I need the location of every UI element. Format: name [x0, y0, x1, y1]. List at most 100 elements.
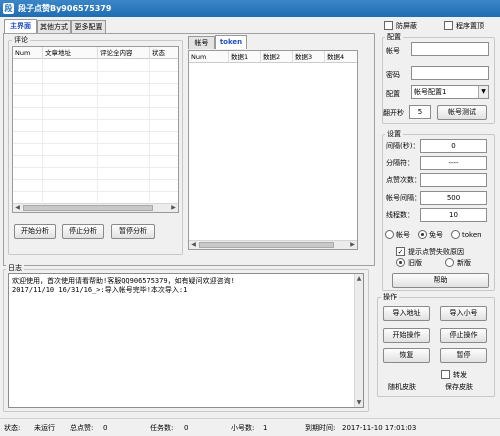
- scroll-down-icon[interactable]: ▼: [355, 398, 363, 407]
- account-grid-hscroll[interactable]: ◀ ▶: [189, 240, 357, 249]
- tab-account[interactable]: 帐号: [188, 36, 215, 49]
- grid-line: [13, 155, 178, 156]
- account-test-button[interactable]: 帐号测试: [437, 105, 487, 120]
- grid-line: [13, 167, 178, 168]
- col-num[interactable]: Num: [13, 47, 43, 59]
- import-url-button[interactable]: 导入地址: [383, 306, 430, 321]
- likes-count-input[interactable]: [420, 173, 487, 187]
- threads-input[interactable]: 10: [420, 208, 487, 222]
- likes-count-label: 点赞次数：: [386, 176, 421, 184]
- save-skin-link[interactable]: 保存皮肤: [445, 382, 473, 392]
- config-select-value: 帐号配置1: [414, 88, 447, 96]
- mode-account-label: 帐号: [396, 231, 410, 239]
- comment-grid-hscroll[interactable]: ◀ ▶: [13, 203, 178, 212]
- tab-other-methods[interactable]: 其他方式: [37, 20, 71, 33]
- status-state-value: 未运行: [34, 424, 55, 432]
- import-account-button[interactable]: 导入小号: [440, 306, 487, 321]
- status-bar: 状态: 未运行 总点赞: 0 任务数: 0 小号数: 1 到期时间: 2017-…: [0, 418, 500, 436]
- tasks-value: 0: [184, 424, 189, 432]
- scroll-right-icon[interactable]: ▶: [348, 241, 357, 249]
- grid-line: [13, 131, 178, 132]
- window-title: 段子点赞By906575379: [18, 4, 112, 13]
- total-likes-value: 0: [103, 424, 108, 432]
- anti-block-label: 防屏蔽: [396, 22, 417, 30]
- account-input[interactable]: [411, 42, 489, 56]
- pause-analysis-button[interactable]: 暂停分析: [111, 224, 155, 239]
- resume-button[interactable]: 恢复: [383, 348, 430, 363]
- log-output[interactable]: 欢迎使用，首次使用请看帮助!客服QQ906575379，如有疑问欢迎咨询! 20…: [8, 273, 364, 408]
- scroll-right-icon[interactable]: ▶: [169, 204, 178, 212]
- mode-no-account-label: 免号: [429, 231, 443, 239]
- total-likes-label: 总点赞:: [70, 424, 94, 432]
- show-fail-label: 提示点赞失败原因: [408, 248, 464, 256]
- forward-label: 转发: [453, 371, 467, 379]
- comment-grid[interactable]: Num 文章地址 评论全内容 状态 ◀ ▶: [12, 46, 179, 213]
- col-data2[interactable]: 数据2: [261, 51, 293, 63]
- log-line: 欢迎使用，首次使用请看帮助!客服QQ906575379，如有疑问欢迎咨询!: [12, 277, 235, 285]
- forward-checkbox[interactable]: [441, 370, 450, 379]
- start-analysis-button[interactable]: 开始分析: [14, 224, 56, 239]
- help-button[interactable]: 帮助: [392, 273, 489, 288]
- tasks-label: 任务数:: [150, 424, 174, 432]
- interval-label: 间隔(秒)：: [386, 142, 420, 150]
- account-interval-input[interactable]: 500: [420, 191, 487, 205]
- seconds-input[interactable]: 5: [409, 105, 431, 119]
- accounts-label: 小号数:: [231, 424, 255, 432]
- password-input[interactable]: [411, 66, 489, 80]
- grid-line: [13, 107, 178, 108]
- order-old-radio[interactable]: [396, 258, 405, 267]
- start-operation-button[interactable]: 开始操作: [383, 328, 430, 343]
- config-select[interactable]: 帐号配置1 ▼: [411, 85, 489, 99]
- password-label: 密码: [386, 71, 400, 79]
- log-line: 2017/11/10 16/31/16_>:导入帐号完毕!本次导入:1: [12, 286, 188, 294]
- title-bar: 段 段子点赞By906575379: [0, 0, 500, 17]
- account-grid[interactable]: Num 数据1 数据2 数据3 数据4 ◀ ▶: [188, 50, 358, 250]
- order-new-radio[interactable]: [445, 258, 454, 267]
- anti-block-checkbox[interactable]: [384, 21, 393, 30]
- log-vscroll[interactable]: ▲ ▼: [354, 274, 363, 407]
- order-new-label: 新版: [457, 259, 471, 267]
- grid-line: [13, 119, 178, 120]
- col-data3[interactable]: 数据3: [293, 51, 325, 63]
- stop-analysis-button[interactable]: 停止分析: [62, 224, 104, 239]
- grid-line: [13, 191, 178, 192]
- expiry-value: 2017-11-10 17:01:03: [342, 424, 417, 432]
- col-comment-content[interactable]: 评论全内容: [98, 47, 150, 59]
- account-config-label: 配置: [385, 33, 403, 42]
- mode-token-label: token: [462, 231, 482, 239]
- col-status[interactable]: 状态: [150, 47, 178, 59]
- scroll-left-icon[interactable]: ◀: [189, 241, 198, 249]
- separator-label: 分隔符：: [386, 159, 414, 167]
- col-data1[interactable]: 数据1: [229, 51, 261, 63]
- stop-operation-button[interactable]: 停止操作: [440, 328, 487, 343]
- col-article-url[interactable]: 文章地址: [43, 47, 98, 59]
- tab-main[interactable]: 主界面: [4, 19, 37, 33]
- col-data4[interactable]: 数据4: [325, 51, 357, 63]
- tab-more-config[interactable]: 更多配置: [71, 20, 106, 33]
- scroll-thumb[interactable]: [23, 205, 153, 211]
- separator-input[interactable]: ----: [420, 156, 487, 170]
- col-num[interactable]: Num: [189, 51, 229, 63]
- mode-no-account-radio[interactable]: [418, 230, 427, 239]
- comment-grid-header: Num 文章地址 评论全内容 状态: [13, 47, 178, 59]
- mode-account-radio[interactable]: [385, 230, 394, 239]
- account-label: 帐号: [386, 47, 400, 55]
- interval-input[interactable]: 0: [420, 139, 487, 153]
- random-skin-link[interactable]: 随机皮肤: [388, 382, 416, 392]
- grid-line: [13, 95, 178, 96]
- pause-button[interactable]: 暂停: [440, 348, 487, 363]
- threads-label: 线程数：: [386, 211, 414, 219]
- mode-token-radio[interactable]: [451, 230, 460, 239]
- settings-label: 设置: [385, 130, 403, 139]
- chevron-down-icon[interactable]: ▼: [478, 86, 488, 98]
- scroll-left-icon[interactable]: ◀: [13, 204, 22, 212]
- status-state-label: 状态:: [4, 424, 21, 432]
- show-fail-checkbox[interactable]: ✓: [396, 247, 405, 256]
- scroll-up-icon[interactable]: ▲: [355, 274, 363, 283]
- pin-top-checkbox[interactable]: [444, 21, 453, 30]
- tab-token[interactable]: token: [215, 35, 247, 49]
- grid-line: [13, 179, 178, 180]
- scroll-thumb[interactable]: [199, 242, 334, 248]
- operations-label: 操作: [381, 293, 399, 302]
- grid-line: [13, 71, 178, 72]
